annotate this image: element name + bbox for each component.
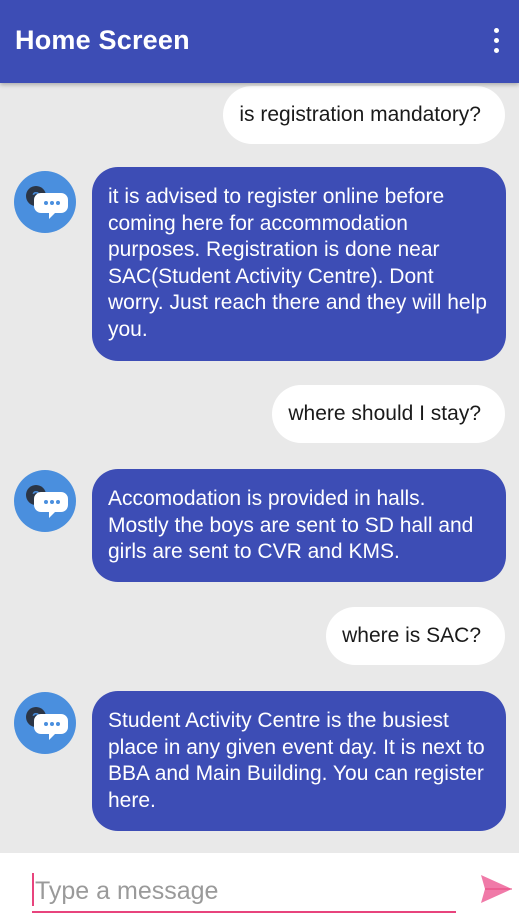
screen-title: Home Screen (15, 25, 190, 55)
send-icon[interactable] (478, 871, 514, 907)
message-input[interactable] (33, 873, 455, 909)
bot-message: Student Activity Centre is the busiest p… (92, 691, 506, 831)
text-cursor (32, 873, 34, 906)
bot-message: it is advised to register online before … (92, 167, 506, 361)
app-bar: Home Screen (0, 0, 519, 83)
bot-avatar-icon: ? (14, 470, 76, 532)
user-message: is registration mandatory? (223, 86, 505, 144)
user-message: where is SAC? (326, 607, 505, 665)
bot-message: Accomodation is provided in halls. Mostl… (92, 469, 506, 582)
chat-list[interactable]: is registration mandatory? ? it is advis… (0, 83, 519, 853)
input-underline (32, 911, 456, 913)
bot-avatar-icon: ? (14, 171, 76, 233)
message-composer (0, 853, 519, 923)
bot-avatar-icon: ? (14, 692, 76, 754)
more-vert-icon[interactable] (484, 26, 508, 56)
user-message: where should I stay? (272, 385, 505, 443)
